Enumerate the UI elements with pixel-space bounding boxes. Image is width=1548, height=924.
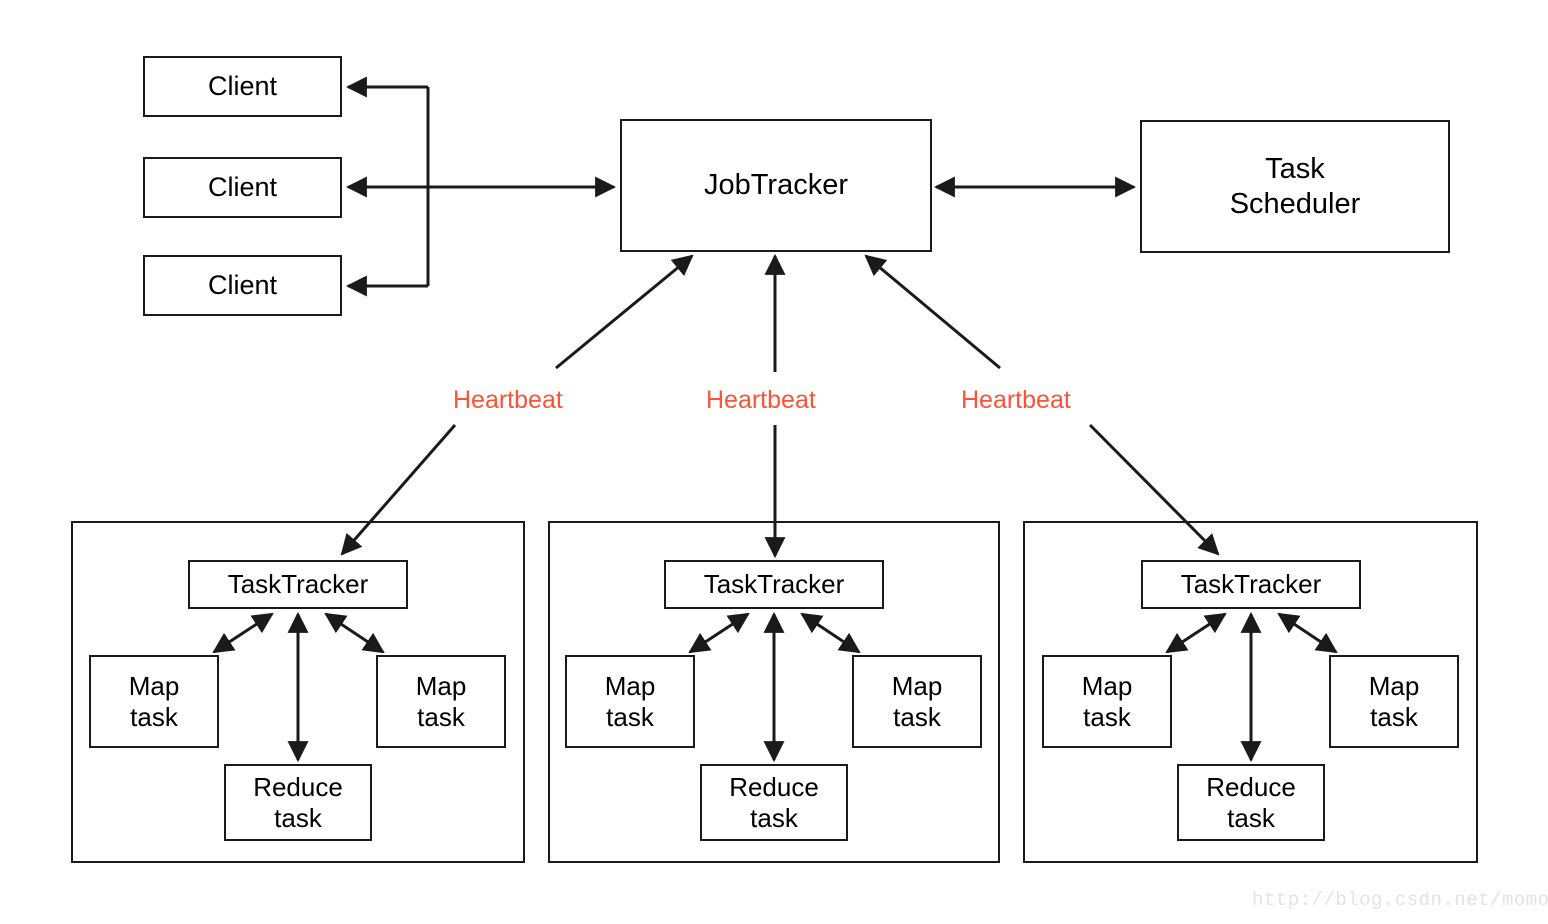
- client-node-1[interactable]: Client: [143, 56, 342, 117]
- map-task-node-1b[interactable]: Map task: [376, 655, 506, 748]
- map-task-node-2b[interactable]: Map task: [852, 655, 982, 748]
- reduce-task-node-3-label: Reduce task: [1206, 771, 1296, 833]
- diagram-canvas: Client Client Client JobTracker Task Sch…: [0, 0, 1548, 924]
- watermark-text: http://blog.csdn.net/momo1005: [1252, 889, 1548, 911]
- tasktracker-node-3[interactable]: TaskTracker: [1141, 560, 1361, 609]
- heartbeat-label-2-text: Heartbeat: [706, 386, 816, 414]
- task-scheduler-label: Task Scheduler: [1229, 153, 1361, 220]
- heartbeat-label-1: Heartbeat: [453, 386, 563, 415]
- tasktracker-node-2-label: TaskTracker: [703, 569, 845, 600]
- tasktracker-node-2[interactable]: TaskTracker: [664, 560, 884, 609]
- reduce-task-node-2-label: Reduce task: [729, 771, 819, 833]
- client-node-2[interactable]: Client: [143, 157, 342, 218]
- reduce-task-node-2[interactable]: Reduce task: [700, 764, 848, 841]
- tasktracker-node-3-label: TaskTracker: [1180, 569, 1322, 600]
- client-node-1-label: Client: [207, 70, 278, 101]
- client-node-2-label: Client: [207, 171, 278, 202]
- reduce-task-node-1-label: Reduce task: [253, 771, 343, 833]
- jobtracker-node[interactable]: JobTracker: [620, 119, 932, 252]
- map-task-node-3a[interactable]: Map task: [1042, 655, 1172, 748]
- watermark-url: http://blog.csdn.net/momo1005: [1252, 889, 1548, 911]
- heartbeat-label-3: Heartbeat: [961, 386, 1071, 415]
- map-task-node-2a[interactable]: Map task: [565, 655, 695, 748]
- task-scheduler-node[interactable]: Task Scheduler: [1140, 120, 1450, 253]
- heartbeat-label-1-text: Heartbeat: [453, 386, 563, 414]
- map-task-node-2a-label: Map task: [604, 670, 656, 732]
- map-task-node-1b-label: Map task: [415, 670, 467, 732]
- map-task-node-1a-label: Map task: [128, 670, 180, 732]
- map-task-node-3b-label: Map task: [1368, 670, 1420, 732]
- edge-heartbeat-1-up: [555, 254, 694, 370]
- map-task-node-3b[interactable]: Map task: [1329, 655, 1459, 748]
- tasktracker-node-1-label: TaskTracker: [227, 569, 369, 600]
- tasktracker-node-1[interactable]: TaskTracker: [188, 560, 408, 609]
- map-task-node-1a[interactable]: Map task: [89, 655, 219, 748]
- heartbeat-label-2: Heartbeat: [706, 386, 816, 415]
- reduce-task-node-3[interactable]: Reduce task: [1177, 764, 1325, 841]
- heartbeat-label-3-text: Heartbeat: [961, 386, 1071, 414]
- map-task-node-2b-label: Map task: [891, 670, 943, 732]
- reduce-task-node-1[interactable]: Reduce task: [224, 764, 372, 841]
- edge-heartbeat-3-up: [864, 254, 1001, 370]
- client-node-3-label: Client: [207, 269, 278, 300]
- jobtracker-label: JobTracker: [704, 169, 848, 202]
- client-node-3[interactable]: Client: [143, 255, 342, 316]
- map-task-node-3a-label: Map task: [1081, 670, 1133, 732]
